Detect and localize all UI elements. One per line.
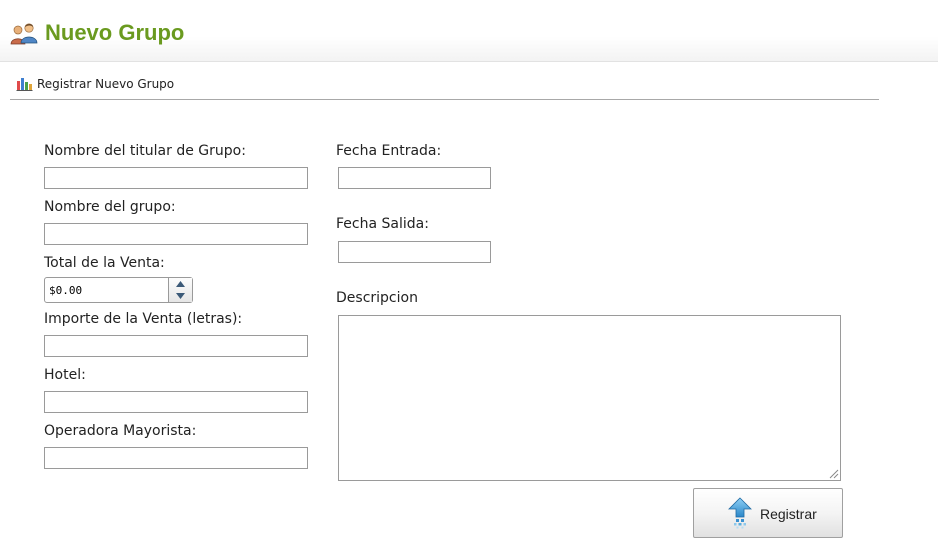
register-new-group-link[interactable]: Registrar Nuevo Grupo	[37, 77, 174, 91]
stepper-buttons	[168, 278, 192, 302]
hotel-label: Hotel:	[44, 367, 86, 383]
fecha-entrada-label: Fecha Entrada:	[336, 143, 442, 159]
bar-chart-icon	[16, 78, 33, 91]
arrow-down-icon	[176, 293, 185, 299]
hotel-input[interactable]	[44, 391, 308, 413]
register-button-label: Registrar	[760, 506, 817, 522]
importe-input[interactable]	[44, 335, 308, 357]
titular-label: Nombre del titular de Grupo:	[44, 143, 246, 159]
group-users-icon	[10, 23, 38, 45]
total-label: Total de la Venta:	[44, 255, 165, 271]
arrow-up-icon	[176, 281, 185, 287]
total-stepper	[44, 277, 193, 303]
decrement-button[interactable]	[169, 290, 192, 302]
page-title: Nuevo Grupo	[45, 20, 185, 45]
register-button[interactable]: Registrar	[693, 488, 843, 538]
increment-button[interactable]	[169, 278, 192, 290]
descripcion-label: Descripcion	[336, 290, 418, 306]
importe-label: Importe de la Venta (letras):	[44, 311, 243, 327]
action-toolbar: Registrar Nuevo Grupo	[10, 63, 879, 100]
fecha-salida-label: Fecha Salida:	[336, 216, 429, 232]
resize-grip-icon[interactable]	[828, 468, 839, 479]
upload-arrow-icon	[728, 497, 752, 529]
grupo-label: Nombre del grupo:	[44, 199, 176, 215]
operadora-input[interactable]	[44, 447, 308, 469]
fecha-entrada-input[interactable]	[338, 167, 491, 189]
operadora-label: Operadora Mayorista:	[44, 423, 197, 439]
page-header: Nuevo Grupo	[0, 0, 938, 62]
titular-input[interactable]	[44, 167, 308, 189]
descripcion-textarea[interactable]	[338, 315, 841, 481]
total-input[interactable]	[45, 278, 169, 302]
fecha-salida-input[interactable]	[338, 241, 491, 263]
grupo-input[interactable]	[44, 223, 308, 245]
